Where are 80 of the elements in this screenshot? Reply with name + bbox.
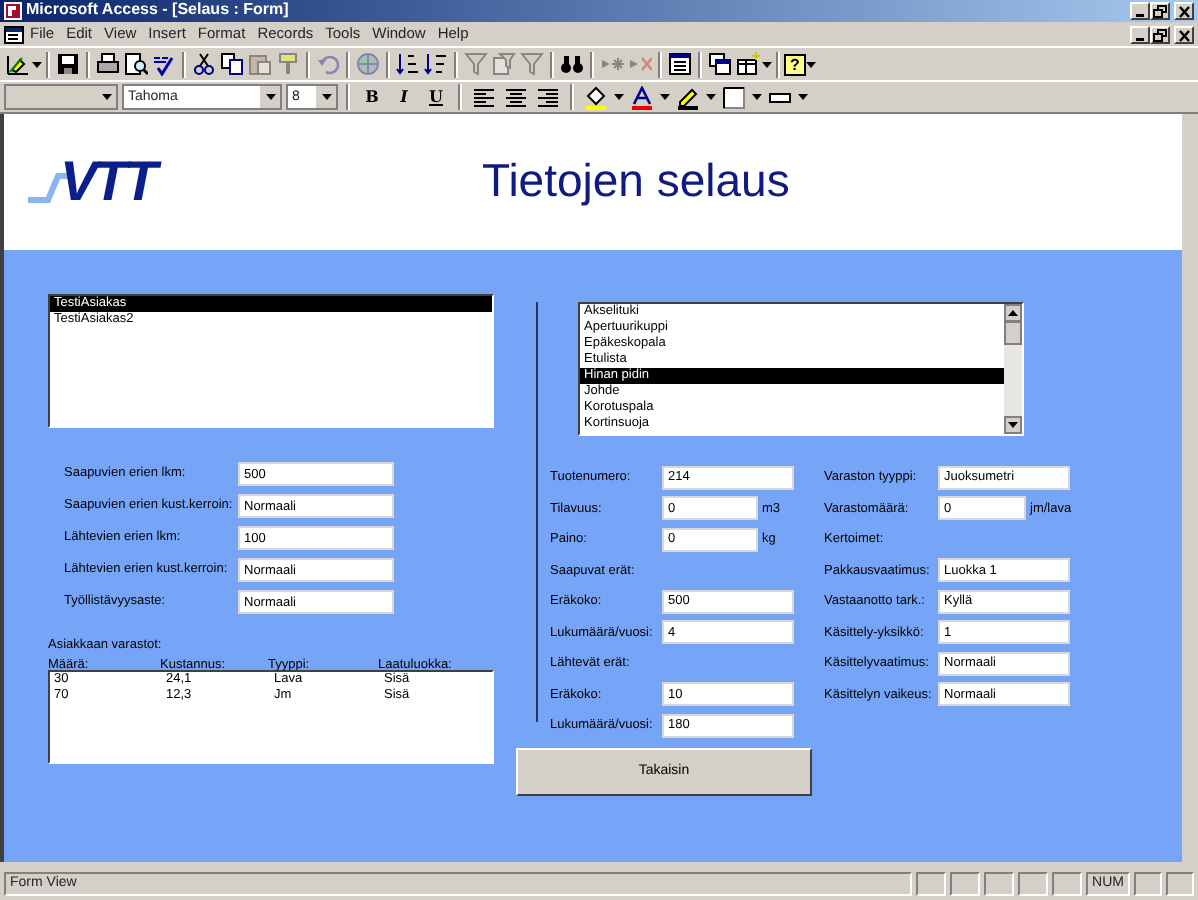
sort-descending-icon: [424, 52, 448, 76]
pencil-button[interactable]: [674, 83, 702, 111]
dropdown-arrow-icon: [101, 94, 111, 100]
status-pane: [916, 872, 947, 896]
undo-arrow-icon: [316, 52, 340, 76]
two-pages-icon: [220, 52, 244, 76]
property-sheet-icon: [668, 52, 692, 76]
caret-icon: [806, 61, 816, 67]
help-button[interactable]: ?: [784, 53, 806, 75]
restore-button[interactable]: [1150, 25, 1170, 43]
globe-icon: [356, 52, 380, 76]
caret-icon: [32, 61, 42, 67]
ruler-pencil-icon: [6, 52, 30, 76]
caret-icon: [660, 94, 670, 100]
arrow-cross-icon: [628, 52, 652, 76]
check-mark-icon: [152, 52, 176, 76]
binoculars-icon: [560, 52, 584, 76]
align-center-button[interactable]: [502, 83, 530, 111]
page-magnifier-icon: [124, 52, 148, 76]
table-sparkle-button[interactable]: [734, 50, 762, 78]
status-pane: [950, 872, 981, 896]
scissors-icon: [192, 52, 216, 76]
ruler-pencil-button[interactable]: [4, 50, 32, 78]
printer-icon: [96, 52, 120, 76]
binoculars-button[interactable]: [558, 50, 586, 78]
funnel-icon: [464, 52, 488, 76]
border-button[interactable]: [720, 83, 748, 111]
floppy-disk-button[interactable]: [54, 50, 82, 78]
caret-icon: [706, 94, 716, 100]
close-icon: [1176, 27, 1192, 41]
property-sheet-button[interactable]: [666, 50, 694, 78]
dropdown-arrow-icon: [321, 94, 331, 100]
align-center-icon: [504, 85, 528, 109]
dropdown-arrow-icon: [265, 94, 275, 100]
underline-button[interactable]: U: [422, 83, 450, 111]
clipboard-icon: [248, 52, 272, 76]
caret-icon: [762, 61, 772, 67]
align-right-icon: [536, 85, 560, 109]
funnel-icon: [520, 52, 544, 76]
scrollbar[interactable]: [1004, 304, 1022, 434]
form-title: Tietojen selaus: [482, 156, 790, 208]
pencil-icon: [676, 85, 700, 109]
align-right-button[interactable]: [534, 83, 562, 111]
restore-button[interactable]: [1150, 2, 1170, 20]
paint-bucket-icon: [584, 85, 608, 109]
italic-button[interactable]: I: [390, 83, 418, 111]
status-pane: [984, 872, 1015, 896]
sort-ascending-button[interactable]: [394, 50, 422, 78]
minimize-button[interactable]: [1130, 2, 1150, 20]
funnel-form-icon: [492, 52, 516, 76]
status-pane: [1134, 872, 1162, 896]
status-pane: [1166, 872, 1194, 896]
caret-icon: [798, 94, 808, 100]
caret-icon: [614, 94, 624, 100]
printer-button[interactable]: [94, 50, 122, 78]
align-left-button[interactable]: [470, 83, 498, 111]
scissors-button[interactable]: [190, 50, 218, 78]
windows-icon: [708, 52, 732, 76]
close-button[interactable]: [1174, 2, 1194, 20]
arrow-star-icon: [600, 52, 624, 76]
align-left-icon: [472, 85, 496, 109]
status-pane: [1052, 872, 1083, 896]
paint-bucket-button[interactable]: [582, 83, 610, 111]
minimize-button[interactable]: [1130, 25, 1150, 43]
two-pages-button[interactable]: [218, 50, 246, 78]
brush-icon: [276, 52, 300, 76]
caret-icon: [752, 94, 762, 100]
letter-color-icon: [630, 85, 654, 109]
sort-descending-button[interactable]: [422, 50, 450, 78]
close-button[interactable]: [1174, 25, 1194, 43]
page-magnifier-button[interactable]: [122, 50, 150, 78]
table-sparkle-icon: [736, 52, 760, 76]
logo-text: VTT: [60, 156, 154, 208]
letter-color-button[interactable]: [628, 83, 656, 111]
windows-button[interactable]: [706, 50, 734, 78]
sort-ascending-icon: [396, 52, 420, 76]
close-icon: [1176, 4, 1192, 18]
window-title: Microsoft Access - [Selaus : Form]: [26, 2, 289, 20]
status-pane: [1018, 872, 1049, 896]
bold-button[interactable]: B: [358, 83, 386, 111]
